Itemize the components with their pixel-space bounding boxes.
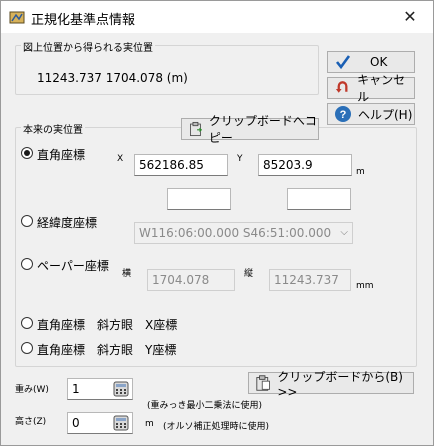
oblique-y-radio[interactable] xyxy=(21,342,33,354)
paper-h-label: 横 xyxy=(122,269,132,279)
paste-from-clipboard-label: クリップボードから(B) >> xyxy=(277,369,403,399)
clipboard-paste-icon xyxy=(256,375,270,391)
rect-unit-label: m xyxy=(356,167,365,177)
actual-position-legend: 本来の実位置 xyxy=(21,121,85,136)
y-axis-label: Y xyxy=(237,154,243,164)
paper-v-label: 縦 xyxy=(244,269,254,279)
weight-value: 1 xyxy=(72,382,80,396)
map-position-legend: 図上位置から得られる実位置 xyxy=(21,39,155,54)
height-input[interactable]: 0 xyxy=(67,412,133,434)
rect-coord-radio[interactable] xyxy=(21,147,33,159)
paper-h-input[interactable]: 1704.078 xyxy=(147,269,235,291)
height-unit: m xyxy=(145,419,154,429)
clipboard-icon xyxy=(190,121,203,137)
ok-button[interactable]: OK xyxy=(327,51,415,73)
paper-coord-radio[interactable] xyxy=(21,258,33,270)
cancel-label: キャンセル xyxy=(357,73,406,104)
latlon-select[interactable]: W116:06:00.000 S46:51:00.000 ⌵ xyxy=(134,222,353,244)
checkmark-icon xyxy=(335,55,351,70)
window-title: 正規化基準点情報 xyxy=(31,13,136,28)
paper-unit-label: mm xyxy=(356,281,374,291)
latlon-value: W116:06:00.000 S46:51:00.000 xyxy=(139,226,332,240)
height-note: (オルソ補正処理時に使用) xyxy=(163,422,270,432)
svg-text:?: ? xyxy=(340,109,347,121)
rect-y-input[interactable]: 85203.9 xyxy=(258,154,352,176)
help-button[interactable]: ? ヘルプ(H) xyxy=(327,103,415,125)
weight-label: 重み(W) xyxy=(15,385,49,395)
oblique-x-radio[interactable] xyxy=(21,317,33,329)
copy-to-clipboard-button[interactable]: クリップボードへコピー xyxy=(181,114,319,145)
rect-x-input[interactable]: 562186.85 xyxy=(134,154,228,176)
paste-from-clipboard-button[interactable]: クリップボードから(B) >> xyxy=(248,370,414,399)
x-axis-label: X xyxy=(117,154,124,164)
rect-extra-input-1[interactable] xyxy=(167,188,231,210)
weight-input[interactable]: 1 xyxy=(67,378,133,400)
help-label: ヘルプ(H) xyxy=(358,107,413,122)
chevron-down-icon: ⌵ xyxy=(340,227,348,238)
latlon-label: 経緯度座標 xyxy=(37,216,98,230)
help-icon: ? xyxy=(335,106,351,122)
undo-arrow-icon xyxy=(335,81,348,93)
height-value: 0 xyxy=(72,416,80,430)
close-icon[interactable]: ✕ xyxy=(387,1,433,33)
ok-label: OK xyxy=(370,55,388,69)
map-position-value: 11243.737 1704.078 (m) xyxy=(37,71,188,85)
calculator-icon[interactable] xyxy=(113,381,129,397)
rect-coord-label: 直角座標 xyxy=(37,148,86,162)
title-bar: 正規化基準点情報 ✕ xyxy=(1,1,433,33)
latlon-radio[interactable] xyxy=(21,215,33,227)
oblique-x-label: 直角座標 斜方眼 X座標 xyxy=(37,318,178,332)
rect-extra-input-2[interactable] xyxy=(287,188,351,210)
weight-note: (重みっき最小二乗法に使用) xyxy=(147,401,263,411)
oblique-y-label: 直角座標 斜方眼 Y座標 xyxy=(37,343,177,357)
paper-coord-label: ペーパー座標 xyxy=(37,259,109,273)
height-label: 高さ(Z) xyxy=(15,417,47,427)
cancel-button[interactable]: キャンセル xyxy=(327,73,415,104)
dialog-window: 正規化基準点情報 ✕ 図上位置から得られる実位置 11243.737 1704.… xyxy=(0,0,434,446)
paper-v-input[interactable]: 11243.737 xyxy=(269,269,351,291)
app-icon xyxy=(9,11,25,24)
copy-to-clipboard-label: クリップボードへコピー xyxy=(208,114,317,145)
calculator-icon[interactable] xyxy=(113,415,129,431)
